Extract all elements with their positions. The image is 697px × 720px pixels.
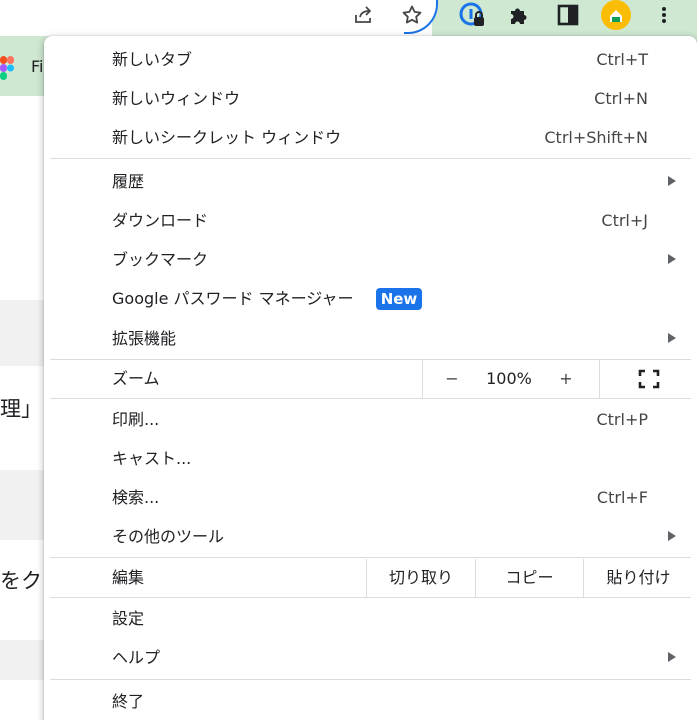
menu-item-label: ブックマーク (112, 250, 209, 269)
menu-item-label: 履歴 (112, 172, 145, 191)
menu-item-zoom: ズーム − 100% + (44, 360, 697, 398)
menu-item-shortcut: Ctrl+P (596, 410, 648, 429)
menu-item-label: 設定 (112, 609, 145, 628)
menu-item-label: ズーム (112, 369, 160, 388)
menu-item-exit[interactable]: 終了 (44, 682, 697, 720)
menu-divider (50, 679, 691, 680)
menu-item-label: その他のツール (112, 527, 225, 546)
menu-item-label: 新しいウィンドウ (112, 89, 241, 108)
menu-item-label: 編集 (112, 568, 145, 587)
bookmark-star-icon[interactable] (394, 0, 430, 30)
menu-item-password-manager[interactable]: Google パスワード マネージャー New (44, 279, 697, 318)
extensions-icon[interactable] (501, 0, 537, 30)
menu-item-label: ヘルプ (112, 648, 161, 667)
menu-divider (50, 398, 691, 399)
submenu-arrow-icon (668, 333, 676, 343)
menu-item-print[interactable]: 印刷... Ctrl+P (44, 400, 697, 439)
menu-item-label: 新しいタブ (112, 50, 193, 69)
tab-title: Fi (31, 57, 44, 76)
password-manager-icon[interactable] (454, 0, 490, 30)
menu-item-label: 拡張機能 (112, 329, 177, 348)
menu-item-cast[interactable]: キャスト... (44, 439, 697, 478)
menu-item-label: 終了 (112, 692, 145, 711)
profile-avatar[interactable] (598, 0, 634, 30)
zoom-out-button[interactable]: − (424, 360, 480, 398)
share-icon[interactable] (345, 0, 381, 30)
menu-item-shortcut: Ctrl+F (596, 488, 648, 507)
menu-item-bookmarks[interactable]: ブックマーク (44, 240, 697, 279)
menu-item-label: 検索... (112, 488, 160, 507)
menu-item-new-tab[interactable]: 新しいタブ Ctrl+T (44, 40, 697, 79)
menu-item-shortcut: Ctrl+Shift+N (544, 128, 648, 147)
menu-item-label: 印刷... (112, 410, 160, 429)
menu-divider (50, 557, 691, 558)
menu-item-settings[interactable]: 設定 (44, 599, 697, 638)
menu-item-find[interactable]: 検索... Ctrl+F (44, 478, 697, 517)
paste-button[interactable]: 貼り付け (584, 559, 693, 597)
zoom-in-button[interactable]: + (538, 360, 594, 398)
menu-item-more-tools[interactable]: その他のツール (44, 517, 697, 556)
menu-item-help[interactable]: ヘルプ (44, 638, 697, 677)
new-badge: New (376, 288, 422, 310)
fullscreen-button[interactable] (600, 360, 697, 398)
menu-item-new-window[interactable]: 新しいウィンドウ Ctrl+N (44, 79, 697, 118)
cut-button[interactable]: 切り取り (367, 559, 475, 597)
menu-item-incognito[interactable]: 新しいシークレット ウィンドウ Ctrl+Shift+N (44, 118, 697, 157)
side-panel-icon[interactable] (550, 0, 586, 30)
submenu-arrow-icon (668, 531, 676, 541)
submenu-arrow-icon (668, 254, 676, 264)
menu-item-extensions[interactable]: 拡張機能 (44, 319, 697, 358)
copy-button[interactable]: コピー (476, 559, 583, 597)
zoom-divider (422, 360, 423, 398)
submenu-arrow-icon (668, 176, 676, 186)
page-text: 理」 (0, 397, 42, 421)
page-text: をク (0, 569, 42, 593)
menu-item-downloads[interactable]: ダウンロード Ctrl+J (44, 201, 697, 240)
menu-item-label: 新しいシークレット ウィンドウ (112, 128, 342, 147)
menu-item-label: Google パスワード マネージャー (112, 289, 354, 308)
fullscreen-icon (638, 369, 659, 389)
submenu-arrow-icon (668, 652, 676, 662)
menu-item-shortcut: Ctrl+N (594, 89, 648, 108)
menu-item-shortcut: Ctrl+J (601, 211, 648, 230)
figma-icon (0, 56, 14, 80)
more-menu-icon[interactable] (646, 0, 682, 30)
chrome-menu: 新しいタブ Ctrl+T 新しいウィンドウ Ctrl+N 新しいシークレット ウ… (44, 36, 697, 720)
menu-divider (50, 158, 691, 159)
zoom-level: 100% (486, 369, 532, 388)
menu-item-label: ダウンロード (112, 211, 209, 230)
menu-item-shortcut: Ctrl+T (596, 50, 648, 69)
menu-divider (50, 597, 691, 598)
menu-item-history[interactable]: 履歴 (44, 162, 697, 201)
browser-toolbar (0, 0, 697, 36)
menu-item-label: キャスト... (112, 449, 192, 468)
menu-item-edit: 編集 切り取り コピー 貼り付け (44, 559, 697, 597)
